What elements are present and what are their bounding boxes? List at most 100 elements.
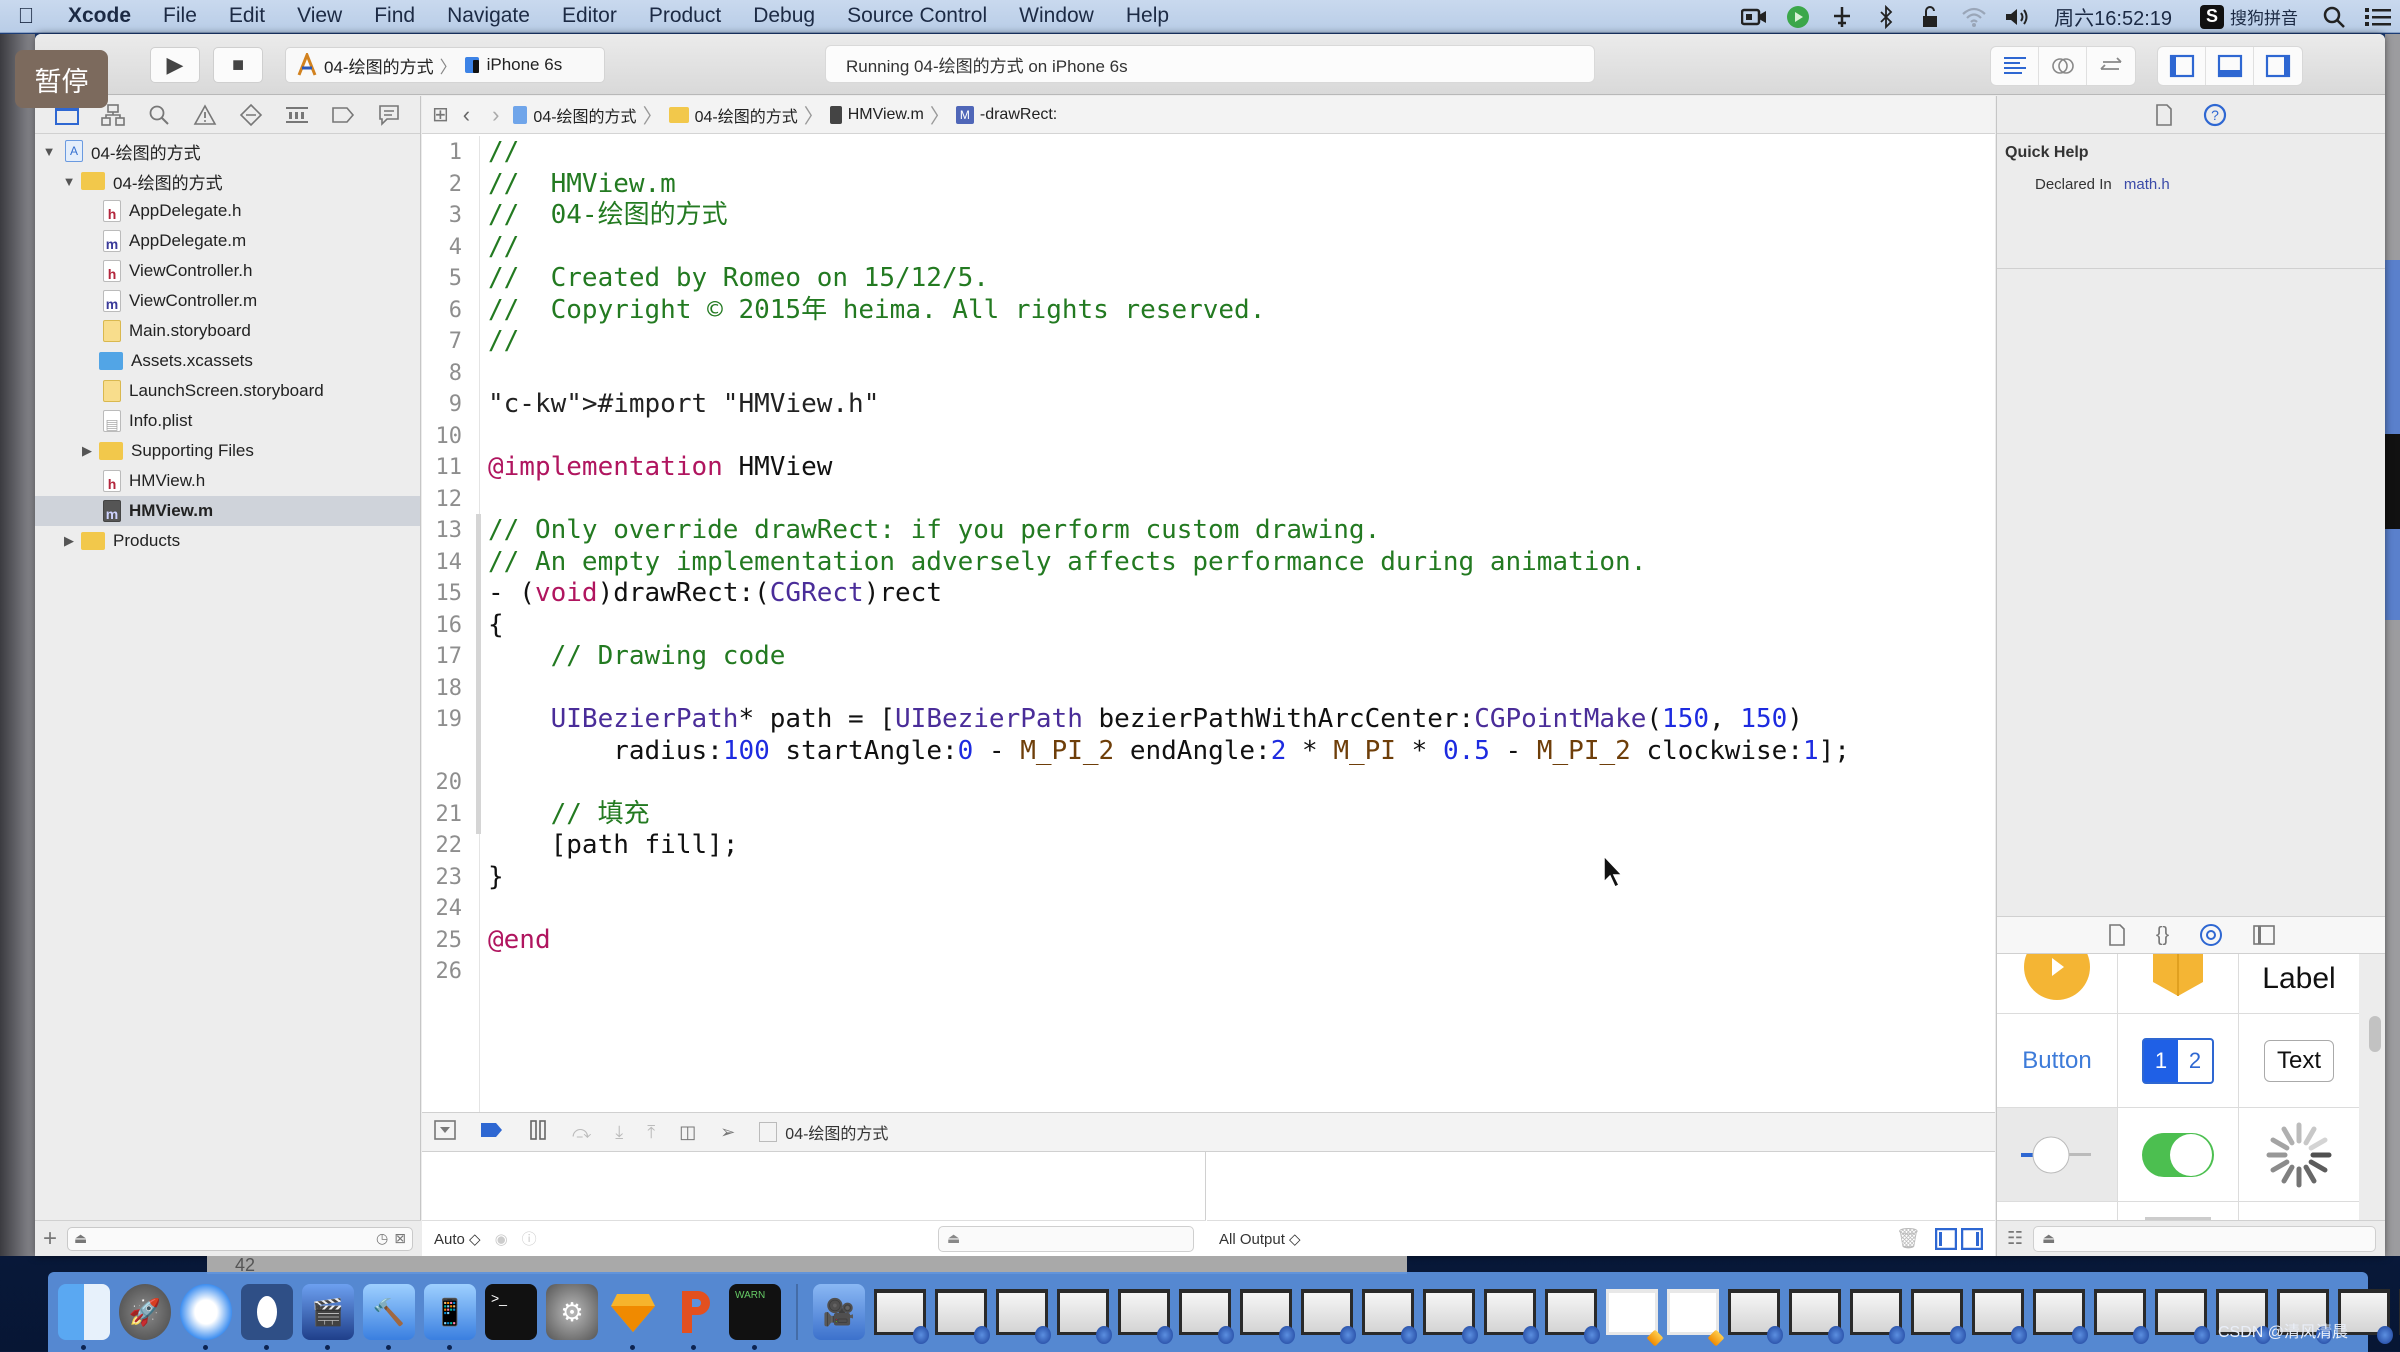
dock-downloads-stack-icon[interactable]: 🎥 (813, 1284, 865, 1340)
tree-group-folder[interactable]: ▶ Supporting Files (35, 436, 420, 466)
dock-minimized-window-thumbnail[interactable] (2033, 1289, 2088, 1344)
tree-group-folder[interactable]: ▼ 04-绘图的方式 (35, 166, 420, 196)
code-line[interactable]: 16 { (422, 610, 1995, 642)
code-line[interactable]: 22 [path fill]; (422, 830, 1995, 862)
version-editor-icon[interactable] (2087, 47, 2135, 85)
add-file-button[interactable]: + (43, 1225, 57, 1253)
report-navigator-tab-icon[interactable] (377, 103, 401, 127)
code-line[interactable]: 18 (422, 673, 1995, 705)
tree-file-item[interactable]: Assets.xcassets (35, 346, 420, 376)
toggle-navigator-icon[interactable] (2158, 47, 2206, 85)
menu-help[interactable]: Help (1110, 4, 1185, 28)
dock-minimized-window-thumbnail[interactable] (2094, 1289, 2149, 1344)
dock-terminal-icon[interactable]: >_ (485, 1284, 537, 1340)
dock-launchpad-icon[interactable]: 🚀 (119, 1284, 171, 1340)
console-view[interactable]: All Output ◇ 🗑 (1207, 1152, 1995, 1256)
dock-minimized-window-thumbnail[interactable] (1972, 1289, 2027, 1344)
library-item-text-field[interactable]: Text (2239, 1014, 2359, 1108)
dock-minimized-window-thumbnail[interactable] (1240, 1289, 1295, 1344)
dock-finder-icon[interactable] (58, 1284, 110, 1350)
tree-file-item[interactable]: m AppDelegate.m (35, 226, 420, 256)
tree-file-item[interactable]: h HMView.h (35, 466, 420, 496)
navigator-filter-field[interactable]: ⏏ ◷ ⊠ (67, 1226, 413, 1251)
trash-icon[interactable]: 🗑 (1896, 1226, 1921, 1251)
breakpoint-navigator-tab-icon[interactable] (331, 103, 355, 127)
tree-project-root[interactable]: ▼ A 04-绘图的方式 (35, 136, 420, 166)
debug-navigator-tab-icon[interactable] (285, 103, 309, 127)
tree-file-item[interactable]: h ViewController.h (35, 256, 420, 286)
variables-filter-field[interactable]: ⏏ (938, 1225, 1194, 1252)
step-into-icon[interactable]: ⤓ (615, 1122, 623, 1143)
menu-editor[interactable]: Editor (546, 4, 633, 28)
code-area[interactable]: 1 // 2 // HMView.m 3 // 04-绘图的方式 4 // 5 // Create… (422, 136, 1995, 1116)
menubar-clock[interactable]: 周六16:52:19 (2040, 2, 2186, 31)
run-button[interactable]: ▶ (150, 47, 200, 83)
disclosure-collapsed-icon[interactable]: ▶ (79, 443, 95, 459)
code-line[interactable]: 6 // Copyright © 2015年 heima. All rights … (422, 295, 1995, 327)
code-line[interactable]: 5 // Created by Romeo on 15/12/5. (422, 263, 1995, 295)
debug-target[interactable]: 04-绘图的方式 (759, 1120, 888, 1144)
code-line[interactable]: 9 "c-kw">#import "HMView.h" (422, 389, 1995, 421)
disclosure-expanded-icon[interactable]: ▼ (61, 174, 77, 189)
breadcrumb-file[interactable]: HMView.m (829, 105, 924, 124)
simulate-location-icon[interactable]: ➢ (720, 1122, 735, 1143)
show-console-icon[interactable] (1961, 1227, 1983, 1250)
code-line[interactable]: radius:100 startAngle:0 - M_PI_2 endAngl… (422, 736, 1995, 768)
dock-xcode-icon[interactable]: 🔨 (363, 1284, 415, 1350)
dock-powerpoint-icon[interactable] (668, 1284, 720, 1350)
code-line[interactable]: 11 @implementation HMView (422, 452, 1995, 484)
code-line[interactable]: 21 // 填充 (422, 799, 1995, 831)
network-icon[interactable] (1820, 0, 1864, 33)
file-template-library-icon[interactable] (2108, 924, 2126, 946)
code-line[interactable]: 7 // (422, 326, 1995, 358)
library-item-object[interactable] (2118, 954, 2239, 1014)
forward-arrow-icon[interactable]: › (484, 102, 507, 128)
apple-logo-icon[interactable]:  (0, 3, 52, 29)
stop-button[interactable]: ■ (213, 47, 263, 83)
issue-navigator-tab-icon[interactable] (193, 103, 217, 127)
object-library-icon[interactable] (2199, 923, 2223, 947)
related-items-icon[interactable]: ⊞ (432, 102, 449, 127)
test-navigator-tab-icon[interactable] (239, 103, 263, 127)
code-line[interactable]: 14 // An empty implementation adversely a… (422, 547, 1995, 579)
tree-file-item[interactable]: h AppDelegate.h (35, 196, 420, 226)
dock-system-preferences-icon[interactable]: ⚙ (546, 1284, 598, 1340)
dock-minimized-window-thumbnail[interactable] (2155, 1289, 2210, 1344)
hide-debug-area-icon[interactable] (434, 1119, 456, 1145)
lock-icon[interactable] (1908, 0, 1952, 33)
code-line[interactable]: 17 // Drawing code (422, 641, 1995, 673)
dock-minimized-window-thumbnail[interactable] (1850, 1289, 1905, 1344)
notification-center-icon[interactable] (2356, 0, 2400, 33)
menu-debug[interactable]: Debug (737, 4, 831, 28)
code-line[interactable]: 4 // (422, 232, 1995, 264)
input-method-menu[interactable]: S 搜狗拼音 (2186, 4, 2312, 29)
show-variables-icon[interactable] (1935, 1227, 1957, 1250)
code-line[interactable]: 23} (422, 862, 1995, 894)
menu-navigate[interactable]: Navigate (431, 4, 546, 28)
dock-minimized-window-thumbnail[interactable] (1484, 1289, 1539, 1344)
tree-group-folder[interactable]: ▶ Products (35, 526, 420, 556)
library-item-segmented-control[interactable]: 1 2 (2118, 1014, 2239, 1108)
library-item-button[interactable]: Button (1997, 1014, 2118, 1108)
menu-file[interactable]: File (147, 4, 213, 28)
code-line[interactable]: 2 // HMView.m (422, 169, 1995, 201)
list-view-toggle-icon[interactable]: ☷ (2007, 1228, 2023, 1249)
dock-minimized-window-thumbnail[interactable] (1301, 1289, 1356, 1344)
dock-simulator-icon[interactable]: 📱 (424, 1284, 476, 1350)
screen-record-icon[interactable] (1732, 0, 1776, 33)
file-inspector-icon[interactable] (2155, 103, 2173, 126)
dock-minimized-window-thumbnail[interactable] (1362, 1289, 1417, 1344)
declared-in-link[interactable]: math.h (2124, 176, 2170, 193)
quick-look-icon[interactable]: ◉ (495, 1230, 508, 1248)
dock-minimized-window-thumbnail[interactable] (1728, 1289, 1783, 1344)
wifi-icon[interactable] (1952, 0, 1996, 33)
library-item-activity-indicator[interactable] (2239, 1108, 2359, 1202)
quick-help-icon[interactable]: ? (2203, 103, 2227, 127)
code-line[interactable]: 1 // (422, 137, 1995, 169)
breakpoints-toggle-icon[interactable] (480, 1121, 504, 1144)
library-item-av-player[interactable] (1997, 954, 2118, 1014)
tree-file-item[interactable]: LaunchScreen.storyboard (35, 376, 420, 406)
dock-minimized-window-thumbnail[interactable] (1057, 1289, 1112, 1344)
code-line[interactable]: 13 // Only override drawRect: if you perf… (422, 515, 1995, 547)
pause-icon[interactable] (528, 1119, 548, 1146)
